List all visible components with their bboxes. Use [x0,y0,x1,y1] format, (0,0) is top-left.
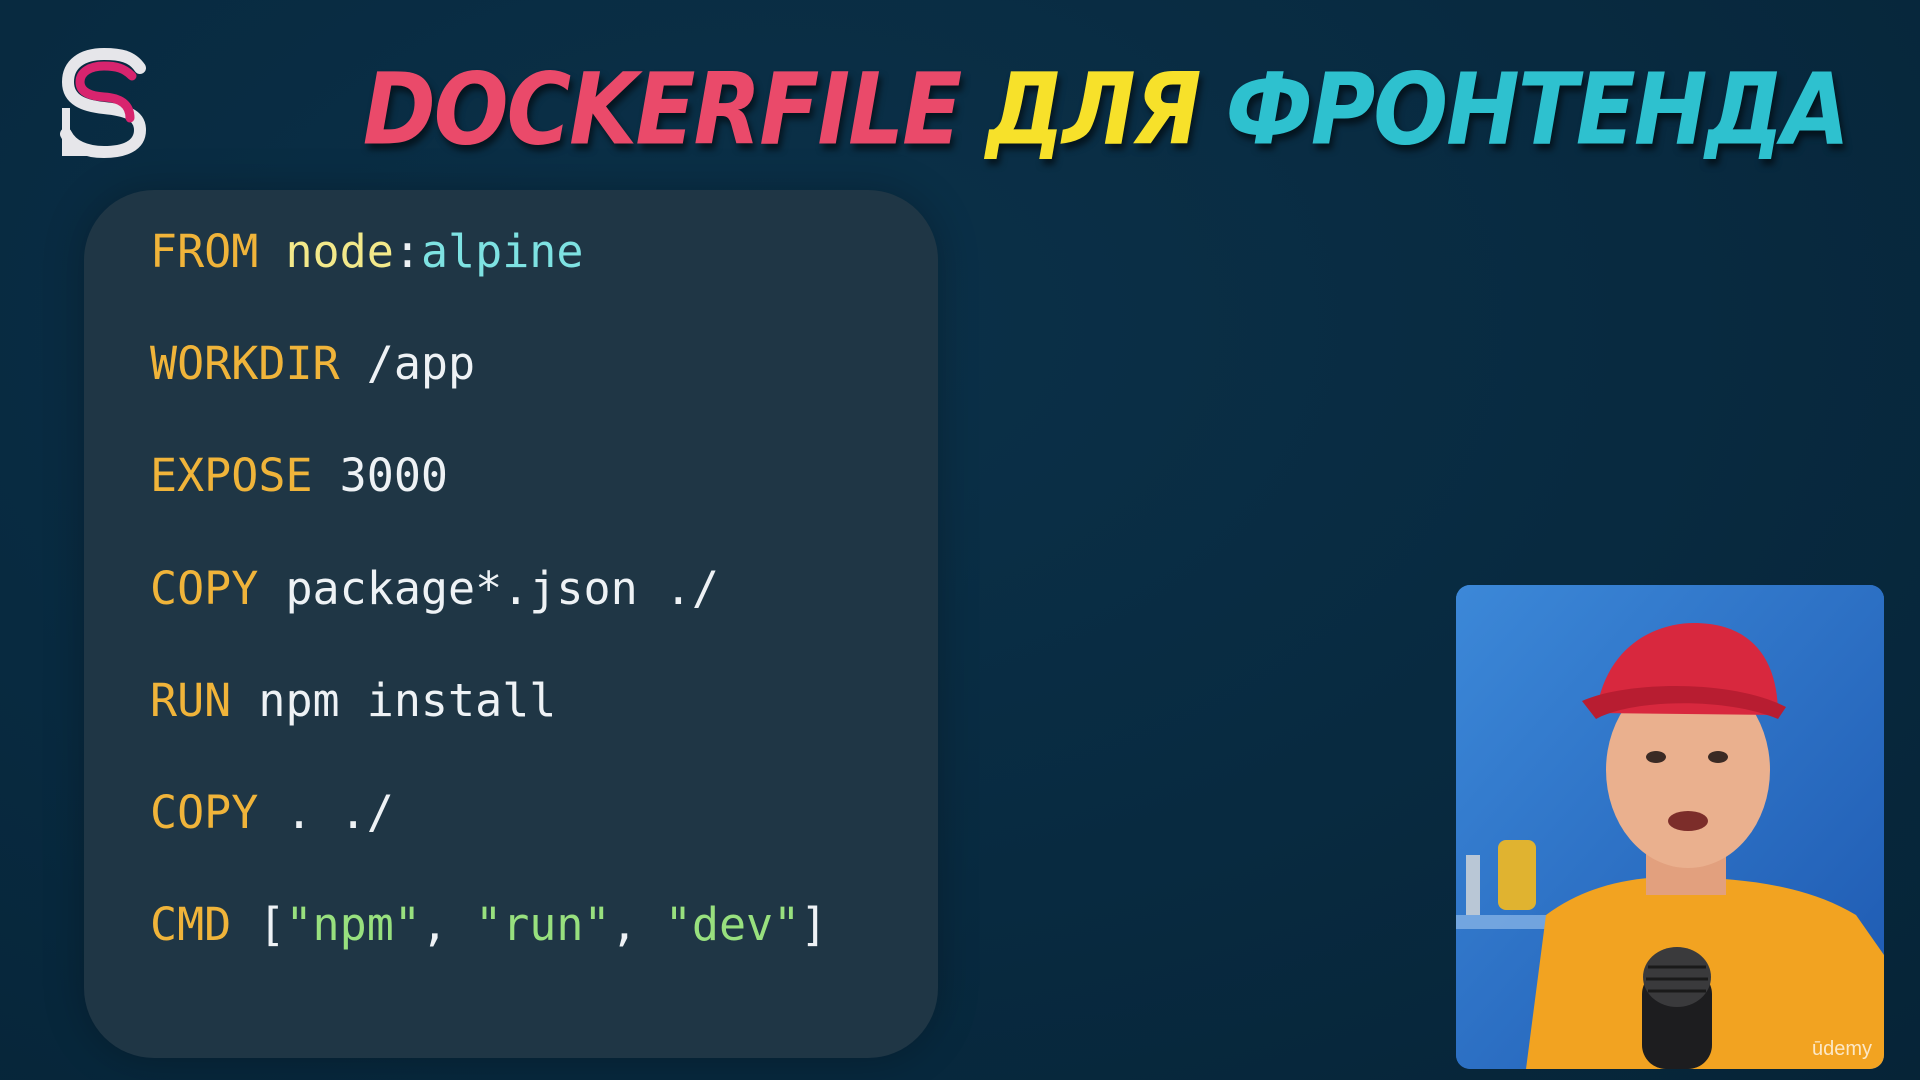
slide-title: DOCKERFILE ДЛЯ ФРОНТЕНДА [362,36,1850,182]
code-token: "run" [475,898,611,951]
code-line: FROM node:alpine [150,224,584,280]
code-token: package*.json ./ [285,562,719,615]
code-keyword: COPY [150,786,259,839]
code-token: /app [366,337,476,390]
code-token: "npm" [285,898,421,951]
slide-frame: DOCKERFILE ДЛЯ ФРОНТЕНДА FROM node:alpin… [0,0,1920,1080]
code-token: 3000 [339,449,449,502]
title-word-for: ДЛЯ [986,51,1201,167]
code-line: COPY . ./ [150,785,394,841]
code-keyword: FROM [150,225,259,278]
presenter-video-frame-icon [1456,585,1884,1069]
code-token: ] [800,898,828,951]
code-line: WORKDIR /app [150,336,475,392]
code-token: node [285,225,394,278]
title-word-frontend: ФРОНТЕНДА [1225,51,1850,167]
code-keyword: WORKDIR [150,337,340,390]
code-keyword: COPY [150,562,259,615]
title-word-dockerfile: DOCKERFILE [362,51,963,167]
code-token: alpine [420,225,584,278]
code-keyword: RUN [150,674,232,727]
code-token: [ [258,898,286,951]
dockerfile-code-block: FROM node:alpine WORKDIR /app EXPOSE 3000 C… [84,190,938,1058]
presenter-webcam: ūdemy [1456,585,1884,1069]
udemy-watermark: ūdemy [1811,1038,1872,1060]
code-keyword: EXPOSE [150,449,313,502]
code-token: . ./ [285,786,394,839]
code-token: "dev" [664,898,801,951]
code-line: EXPOSE 3000 [150,448,448,504]
brand-logo-icon [60,48,147,158]
code-token: , [610,898,665,951]
code-line: CMD ["npm", "run", "dev"] [150,897,827,953]
code-token: , [420,898,476,951]
code-line: RUN npm install [150,673,556,729]
code-keyword: CMD [150,898,232,951]
code-token: npm install [258,674,557,727]
code-token: : [393,225,421,278]
code-line: COPY package*.json ./ [150,561,719,617]
